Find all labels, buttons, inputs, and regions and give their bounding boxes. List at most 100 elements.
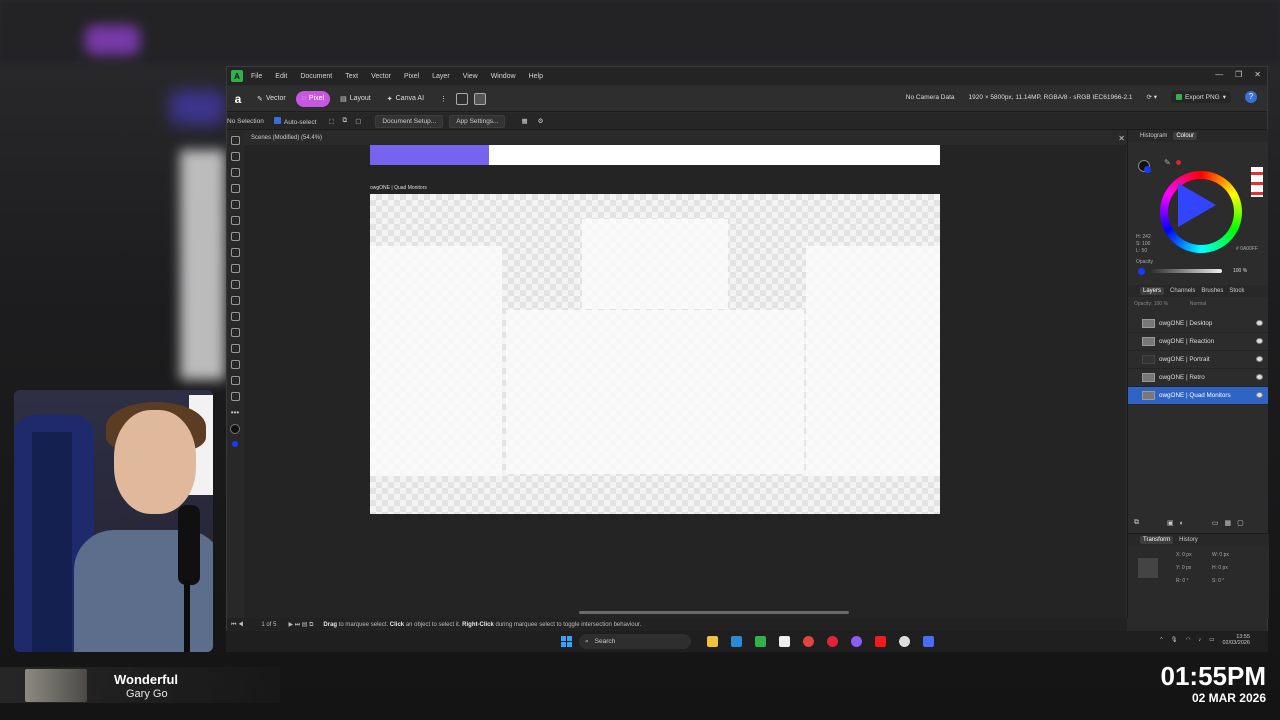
taskbar-search[interactable]: ⌕ Search (579, 634, 691, 649)
blend-mode[interactable]: Normal (1190, 301, 1206, 307)
artboard-select-icon[interactable]: ▢ (355, 117, 361, 125)
more-tools-icon[interactable]: ••• (231, 408, 239, 417)
menu-document[interactable]: Document (300, 73, 332, 80)
menu-vector[interactable]: Vector (371, 73, 391, 80)
healing-tool-icon[interactable] (230, 296, 240, 305)
snapping-icon[interactable] (456, 92, 469, 105)
color-picker-icon[interactable] (230, 360, 240, 369)
persona-pixel[interactable]: ◌ Pixel (295, 90, 331, 107)
transform-icon[interactable] (474, 92, 487, 105)
affinity-logo-icon[interactable]: a (231, 92, 245, 106)
artboard-retro[interactable] (370, 145, 940, 165)
menu-help[interactable]: Help (529, 73, 543, 80)
menu-view[interactable]: View (463, 73, 478, 80)
clone-tool-icon[interactable] (230, 280, 240, 289)
next-page-icon[interactable]: ▶ ⏭ ▤ ⧉ (288, 621, 313, 629)
vscode-icon[interactable] (731, 636, 742, 647)
colour-wheel[interactable] (1160, 171, 1242, 253)
close-document-icon[interactable]: ✕ (1118, 132, 1125, 145)
battery-icon[interactable]: ▭ (1209, 637, 1214, 643)
menu-edit[interactable]: Edit (275, 73, 287, 80)
close-icon[interactable]: ✕ (1254, 70, 1261, 79)
tab-history[interactable]: History (1179, 537, 1198, 543)
prev-page-icon[interactable]: ⏮ ◀ (231, 622, 243, 629)
eye-icon[interactable] (1256, 374, 1263, 380)
tab-colour[interactable]: Colour (1173, 132, 1198, 140)
layer-row[interactable]: owgONE | Retro (1128, 369, 1268, 387)
eyedropper-icon[interactable]: ✎ (1164, 158, 1171, 167)
persona-canva-ai[interactable]: ✦ Canva AI (381, 91, 430, 107)
eye-icon[interactable] (1256, 356, 1263, 362)
layers-select-icon[interactable]: ⧉ (343, 117, 348, 125)
tab-histogram[interactable]: Histogram (1140, 133, 1167, 139)
restore-icon[interactable]: ❐ (1235, 70, 1242, 79)
eye-icon[interactable] (1256, 338, 1263, 344)
add-group-icon[interactable]: ▭ (1212, 519, 1219, 527)
layer-opacity[interactable]: Opacity: 100 % (1134, 301, 1168, 307)
minimize-icon[interactable]: — (1215, 70, 1223, 79)
hex-value[interactable]: # 0A00FF (1236, 246, 1258, 252)
media-player-icon[interactable] (827, 636, 838, 647)
canvas[interactable]: owgONE | Quad Monitors (244, 145, 1126, 619)
opacity-slider[interactable] (1150, 269, 1222, 273)
brush-tool-icon[interactable] (230, 216, 240, 225)
artboard-label[interactable]: owgONE | Quad Monitors (370, 185, 427, 191)
artboard-quad-monitors[interactable] (370, 194, 940, 514)
layer-row[interactable]: owgONE | Reaction (1128, 333, 1268, 351)
marquee-tool-icon[interactable] (230, 184, 240, 193)
horizontal-scrollbar[interactable] (579, 611, 849, 614)
browser-icon[interactable] (851, 636, 862, 647)
help-icon[interactable]: ? (1245, 91, 1257, 103)
volume-icon[interactable]: ♪ (1199, 637, 1202, 643)
background-color-swatch[interactable] (232, 441, 238, 447)
dodge-tool-icon[interactable] (230, 264, 240, 273)
select-tool-icon[interactable]: ⬚ (328, 117, 334, 125)
selection-brush-icon[interactable] (230, 200, 240, 209)
autoselect-checkbox[interactable]: Auto-select (273, 116, 316, 126)
mic-icon[interactable]: 🎙 (1171, 637, 1178, 643)
node-tool-icon[interactable] (230, 152, 240, 161)
recent-swatches[interactable] (1251, 167, 1263, 197)
app-settings-button[interactable]: App Settings... (449, 114, 506, 128)
move-tool-icon[interactable] (230, 136, 240, 145)
pen-tool-icon[interactable] (230, 312, 240, 321)
pencil-tool-icon[interactable] (230, 232, 240, 241)
wifi-icon[interactable]: ◠ (1186, 637, 1191, 643)
crop-tool-icon[interactable] (230, 168, 240, 177)
eye-icon[interactable] (1256, 392, 1263, 398)
layer-row[interactable]: owgONE | Portrait (1128, 351, 1268, 369)
transform-r[interactable]: R: 0 ° (1176, 578, 1189, 584)
persona-layout[interactable]: ▤ Layout (334, 91, 377, 107)
add-layer-icon[interactable]: ▦ (1224, 519, 1231, 527)
transform-y[interactable]: Y: 0 px (1176, 565, 1191, 571)
transform-w[interactable]: W: 0 px (1212, 552, 1229, 558)
anchor-icon[interactable] (1138, 558, 1158, 578)
chrome-icon[interactable] (803, 636, 814, 647)
gear-icon[interactable]: ⚙ (538, 117, 544, 125)
foreground-color-swatch[interactable] (230, 424, 240, 434)
menu-pixel[interactable]: Pixel (404, 73, 419, 80)
layer-row[interactable]: owgONE | Desktop (1128, 315, 1268, 333)
shape-tool-icon[interactable] (230, 328, 240, 337)
menu-layer[interactable]: Layer (432, 73, 450, 80)
transform-h[interactable]: H: 0 px (1212, 565, 1228, 571)
mask-icon[interactable]: ▣ (1167, 519, 1174, 527)
grid-icon[interactable]: ▦ (521, 117, 527, 125)
app-icon[interactable] (923, 636, 934, 647)
tab-transform[interactable]: Transform (1140, 536, 1174, 544)
hand-tool-icon[interactable] (230, 376, 240, 385)
tab-layers[interactable]: Layers (1140, 287, 1165, 295)
zoom-tool-icon[interactable] (230, 392, 240, 401)
opacity-value[interactable]: 100 % (1233, 268, 1247, 274)
menu-file[interactable]: File (251, 73, 262, 80)
tray-clock[interactable]: 13:55 02/03/2026 (1222, 634, 1250, 646)
layer-settings-icon[interactable]: ⧉ (1134, 519, 1139, 527)
transform-s[interactable]: S: 0 ° (1212, 578, 1224, 584)
document-setup-button[interactable]: Document Setup... (375, 114, 444, 128)
more-icon[interactable]: ⋮ (440, 95, 447, 103)
tray-chevron-icon[interactable]: ^ (1160, 637, 1163, 643)
eraser-tool-icon[interactable] (230, 248, 240, 257)
affinity-icon[interactable] (755, 636, 766, 647)
tab-stock[interactable]: Stock (1229, 288, 1244, 294)
windows-start-icon[interactable] (561, 636, 572, 647)
